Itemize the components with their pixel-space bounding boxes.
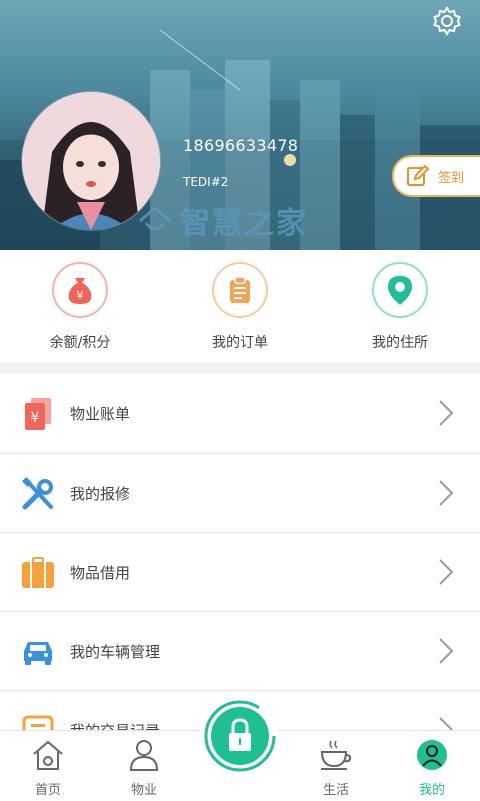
profile-header: 18696633478 TEDI#2 智慧之家 签到 (0, 0, 480, 250)
suitcase-icon (18, 553, 58, 593)
list-item-borrow[interactable]: 物品借用 (0, 533, 480, 612)
tools-icon (18, 474, 58, 514)
nav-label: 我的 (418, 783, 445, 798)
chevron-right-icon (439, 400, 454, 426)
coffee-icon (318, 737, 354, 773)
record-icon (18, 711, 58, 730)
chevron-right-icon (439, 480, 454, 506)
nav-label: 首页 (34, 783, 61, 798)
quick-menu: ¥ 余额/积分 我的订单 我的住所 (0, 250, 480, 362)
list-item-vehicle[interactable]: 我的车辆管理 (0, 612, 480, 691)
quick-item-balance[interactable]: ¥ 余额/积分 (20, 262, 140, 352)
chevron-right-icon (439, 638, 454, 664)
chevron-right-icon (439, 717, 454, 730)
list-item-repair[interactable]: 我的报修 (0, 454, 480, 533)
menu-list: ¥ 物业账单 我的报修 物品借用 我的车辆管理 (0, 374, 480, 730)
lock-icon (204, 700, 276, 772)
quick-label: 余额/积分 (49, 335, 111, 351)
nav-mine[interactable]: 我的 (392, 731, 472, 801)
list-item-label: 我的车辆管理 (70, 643, 161, 661)
list-item-label: 物业账单 (70, 405, 131, 423)
user-nickname: TEDI#2 (183, 175, 229, 189)
bill-icon: ¥ (18, 394, 58, 434)
quick-item-residence[interactable]: 我的住所 (340, 262, 460, 352)
car-icon (18, 632, 58, 672)
list-item-label: 物品借用 (70, 564, 131, 582)
location-pin-icon (372, 262, 428, 318)
chevron-right-icon (439, 559, 454, 585)
quick-label: 我的订单 (212, 335, 268, 351)
nav-life[interactable]: 生活 (296, 731, 376, 801)
nav-label: 生活 (322, 783, 349, 798)
person-icon (126, 737, 162, 773)
svg-text:¥: ¥ (31, 410, 40, 426)
gear-icon (433, 6, 461, 36)
home-icon (30, 737, 66, 773)
watermark-text: 智慧之家 (180, 206, 308, 241)
user-phone: 18696633478 (183, 136, 299, 155)
clipboard-icon (212, 262, 268, 318)
nav-home[interactable]: 首页 (8, 731, 88, 801)
settings-button[interactable] (428, 2, 466, 40)
house-logo-icon (139, 206, 171, 231)
edit-icon (407, 164, 430, 186)
signin-label: 签到 (438, 170, 465, 186)
unlock-button[interactable] (202, 698, 278, 774)
list-item-label: 我的交易记录 (70, 720, 160, 730)
brand-watermark: 智慧之家 (138, 198, 308, 242)
money-bag-icon: ¥ (52, 262, 108, 318)
profile-icon (414, 737, 450, 773)
list-item-property-bill[interactable]: ¥ 物业账单 (0, 374, 480, 453)
quick-item-orders[interactable]: 我的订单 (180, 262, 300, 352)
list-item-label: 我的报修 (70, 485, 131, 503)
quick-label: 我的住所 (372, 335, 428, 351)
nav-label: 物业 (130, 783, 157, 798)
svg-text:¥: ¥ (77, 289, 84, 302)
nav-property[interactable]: 物业 (104, 731, 184, 801)
signin-button[interactable]: 签到 (392, 155, 480, 197)
